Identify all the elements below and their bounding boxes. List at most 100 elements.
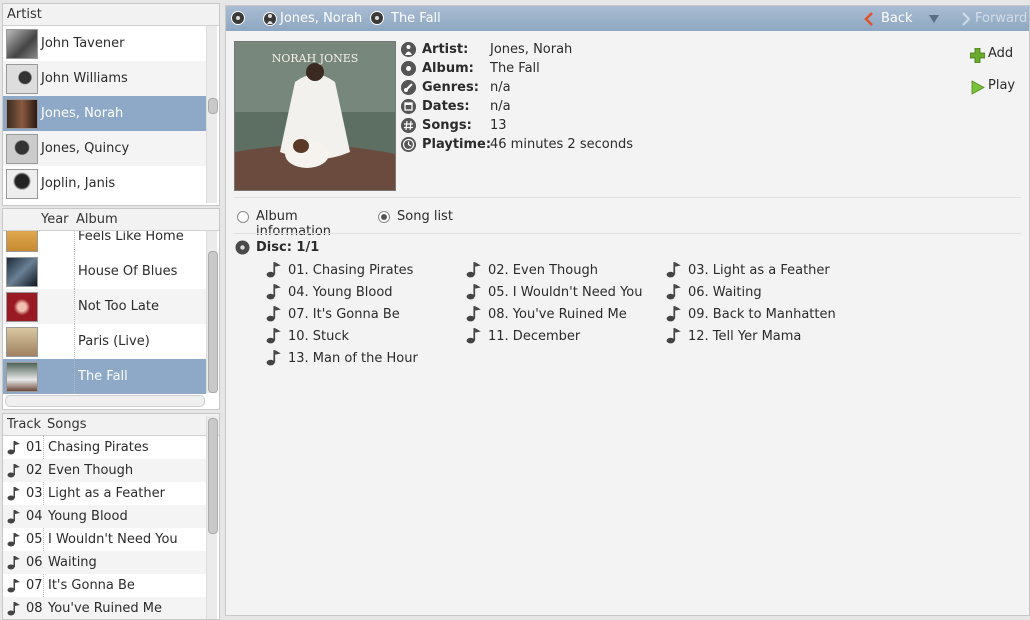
disc-song-item[interactable]: 01. Chasing Pirates [266,262,413,278]
track-column-header[interactable]: Track [7,414,41,435]
music-note-icon [7,602,20,616]
song-row[interactable]: 03 Light as a Feather [3,482,206,505]
album-thumbnail [6,257,38,287]
music-note-icon [466,328,481,344]
music-note-icon [466,306,481,322]
artist-pane: Artist John Tavener John Williams Jones,… [2,3,220,206]
artist-row-john-tavener[interactable]: John Tavener [3,26,206,61]
album-thumbnail [6,362,38,392]
disc-song-item[interactable]: 11. December [466,328,580,344]
album-row-house-of-blues[interactable]: House Of Blues [3,254,206,289]
disc-song-item[interactable]: 02. Even Though [466,262,598,278]
songs-scroll-thumb[interactable] [208,418,218,534]
artist-row-john-williams[interactable]: John Williams [3,61,206,96]
play-icon [971,80,985,95]
music-note-icon [666,262,681,278]
artist-row-jones-quincy[interactable]: Jones, Quincy [3,131,206,166]
play-button[interactable]: Play [970,78,1020,96]
artist-scrollbar[interactable] [206,26,218,203]
song-row[interactable]: 06 Waiting [3,551,206,574]
album-information-radio[interactable]: Album information [237,209,372,239]
album-row-not-too-late[interactable]: Not Too Late [3,289,206,324]
artist-thumbnail [6,134,38,164]
album-row-paris-live[interactable]: Paris (Live) [3,324,206,359]
music-note-icon [666,284,681,300]
album-header-overlay: Year Album [3,209,219,231]
album-disc-icon [401,61,416,76]
plus-icon [970,48,985,63]
back-button[interactable]: Back [864,6,914,31]
song-row[interactable]: 04 Young Blood [3,505,206,528]
artist-thumbnail [6,169,38,199]
forward-arrow-icon [962,12,971,26]
music-note-icon [266,328,281,344]
disc-song-item[interactable]: 12. Tell Yer Mama [666,328,801,344]
disc-song-item[interactable]: 05. I Wouldn't Need You [466,284,642,300]
song-row[interactable]: 02 Even Though [3,459,206,482]
album-disc-icon [370,11,384,25]
divider [234,233,1021,234]
music-note-icon [7,533,20,547]
library-icon[interactable] [231,11,245,25]
songs-pane: Track Songs 01 Chasing Pirates 02 Even Tho… [2,413,220,620]
artist-scroll-thumb[interactable] [208,98,218,114]
album-thumbnail [6,327,38,357]
history-dropdown-icon[interactable] [929,15,939,23]
album-pane: Year Album Feels Like Home House Of Blue… [2,208,220,410]
music-note-icon [266,284,281,300]
disc-song-item[interactable]: 06. Waiting [666,284,762,300]
disc-song-item[interactable]: 10. Stuck [266,328,349,344]
songs-column-header[interactable]: Track Songs [3,414,219,436]
disc-song-item[interactable]: 13. Man of the Hour [266,350,418,366]
disc-song-item[interactable]: 04. Young Blood [266,284,393,300]
album-detail-pane: Jones, Norah The Fall Back Forward NORAH… [225,5,1030,616]
forward-button[interactable]: Forward [961,6,1027,31]
song-row[interactable]: 01 Chasing Pirates [3,436,206,459]
songs-column-header-label[interactable]: Songs [47,414,86,435]
album-horizontal-scrollbar[interactable] [5,395,205,407]
album-thumbnail [6,292,38,322]
song-list-radio[interactable]: Song list [378,209,458,225]
music-note-icon [666,328,681,344]
music-note-icon [266,306,281,322]
disc-song-item[interactable]: 09. Back to Manhatten [666,306,836,322]
song-row[interactable]: 08 You've Ruined Me [3,597,206,619]
artist-row-jones-norah[interactable]: Jones, Norah [3,96,206,131]
album-information-radio-indicator[interactable] [237,211,249,223]
number-sign-icon [401,118,416,133]
music-note-icon [7,464,20,478]
music-note-icon [7,579,20,593]
disc-song-item[interactable]: 03. Light as a Feather [666,262,830,278]
artist-icon [401,42,416,57]
album-scroll-thumb[interactable] [208,251,218,393]
artist-column-header[interactable]: Artist [3,4,219,26]
add-button[interactable]: Add [970,46,1020,64]
music-note-icon [666,306,681,322]
disc-icon [235,240,250,255]
music-note-icon [7,510,20,524]
music-note-icon [266,350,281,366]
music-note-icon [466,284,481,300]
disc-song-item[interactable]: 08. You've Ruined Me [466,306,627,322]
songs-scrollbar[interactable] [206,416,218,619]
clock-icon [401,137,416,152]
genre-guitar-icon [401,80,416,95]
artist-icon [263,12,277,26]
artist-thumbnail [6,99,38,129]
divider [234,197,1021,198]
album-scrollbar[interactable] [206,231,218,393]
calendar-icon [401,99,416,114]
music-note-icon [266,262,281,278]
disc-song-item[interactable]: 07. It's Gonna Be [266,306,400,322]
artist-row-joplin-janis[interactable]: Joplin, Janis [3,166,206,201]
music-note-icon [7,487,20,501]
song-list-radio-indicator[interactable] [378,211,390,223]
back-arrow-icon [864,12,873,26]
album-row-the-fall[interactable]: The Fall [3,359,206,394]
music-note-icon [466,262,481,278]
svg-text:NORAH JONES: NORAH JONES [272,52,359,65]
music-note-icon [7,441,20,455]
song-row[interactable]: 05 I Wouldn't Need You [3,528,206,551]
album-cover-image: NORAH JONES [234,41,396,191]
song-row[interactable]: 07 It's Gonna Be [3,574,206,597]
